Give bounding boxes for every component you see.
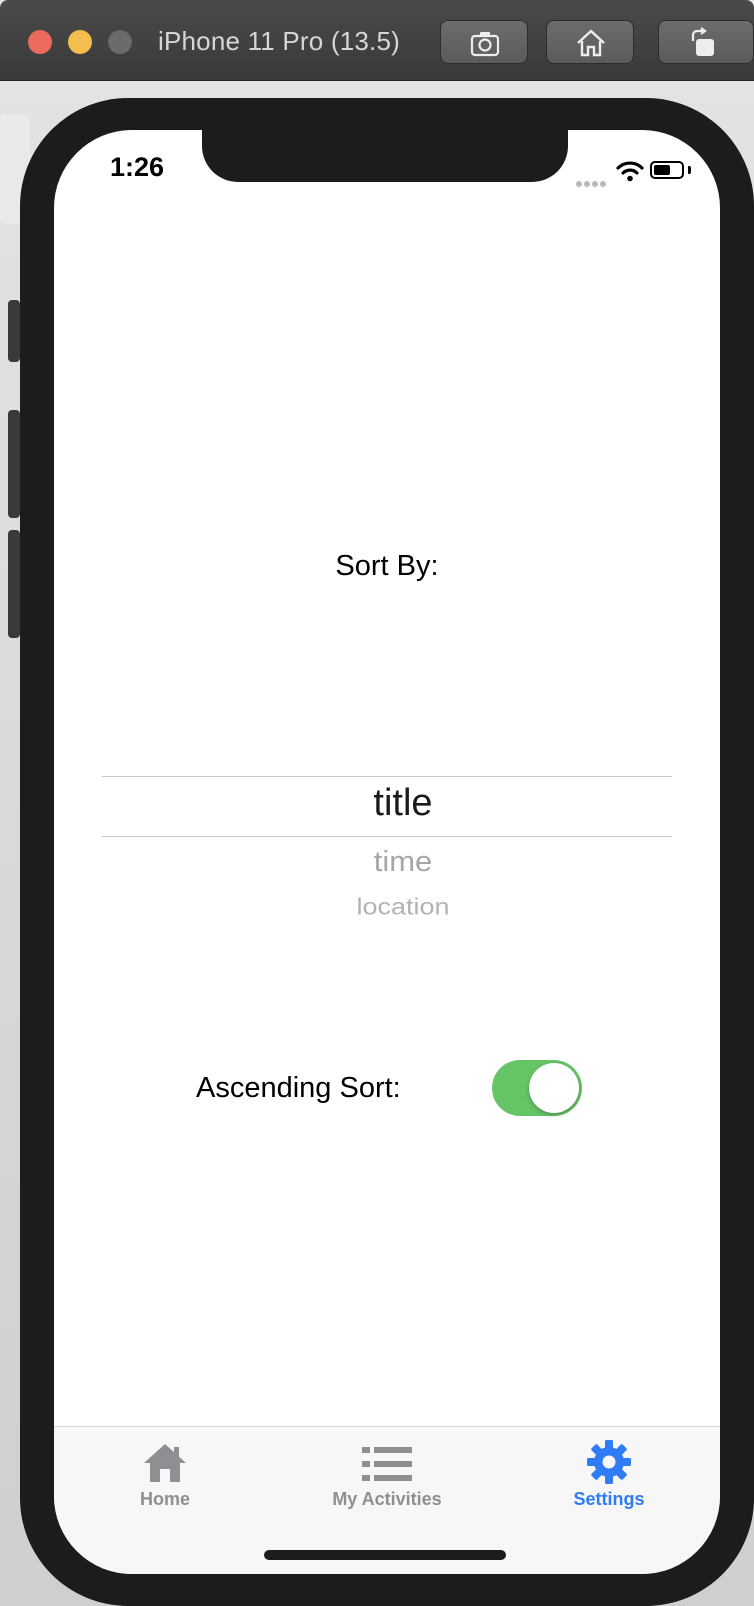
list-icon	[362, 1447, 412, 1481]
close-window-button[interactable]	[28, 30, 52, 54]
app-screen: 1:26 Sort By: title time location Ascend…	[54, 130, 720, 1574]
picker-selection-line-top	[102, 776, 672, 777]
tab-my-activities[interactable]: My Activities	[276, 1427, 498, 1527]
tab-label: Settings	[573, 1489, 645, 1509]
background-window-edge	[8, 530, 20, 638]
home-icon	[144, 1444, 186, 1482]
home-icon	[577, 29, 605, 57]
screenshot-button[interactable]	[440, 20, 528, 64]
tab-settings[interactable]: Settings	[498, 1427, 720, 1527]
rotate-button[interactable]	[658, 20, 754, 64]
picker-option-selected[interactable]: title	[118, 782, 688, 825]
picker-option[interactable]: location	[118, 894, 688, 920]
picker-option[interactable]: time	[118, 845, 688, 878]
window-title: iPhone 11 Pro (13.5)	[158, 26, 400, 56]
gear-icon	[587, 1440, 631, 1484]
zoom-window-button[interactable]	[108, 30, 132, 54]
title-bar: iPhone 11 Pro (13.5)	[0, 0, 754, 81]
background-window-edge	[8, 410, 20, 518]
signal-icon	[576, 174, 612, 187]
ascending-sort-toggle[interactable]	[492, 1060, 582, 1116]
camera-icon	[470, 32, 500, 57]
minimize-window-button[interactable]	[68, 30, 92, 54]
home-indicator[interactable]	[264, 1550, 506, 1560]
battery-tip	[688, 166, 691, 174]
tab-label: Home	[139, 1489, 190, 1509]
rotate-icon	[691, 27, 714, 56]
battery-icon	[650, 161, 684, 179]
home-button[interactable]	[546, 20, 634, 64]
ascending-sort-label: Ascending Sort:	[196, 1072, 401, 1104]
tab-home[interactable]: Home	[54, 1427, 276, 1527]
battery-level	[654, 165, 670, 175]
tab-label: My Activities	[332, 1489, 442, 1509]
toggle-knob	[529, 1063, 579, 1113]
wifi-icon	[616, 161, 644, 182]
picker-selection-line-bottom	[102, 836, 672, 837]
background-window-edge	[8, 300, 20, 362]
notch	[202, 130, 568, 182]
simulator-window: iPhone 11 Pro (13.5) 1:26 Sort By: title…	[0, 0, 754, 1606]
status-time: 1:26	[110, 152, 165, 182]
sort-by-label: Sort By:	[335, 550, 439, 582]
